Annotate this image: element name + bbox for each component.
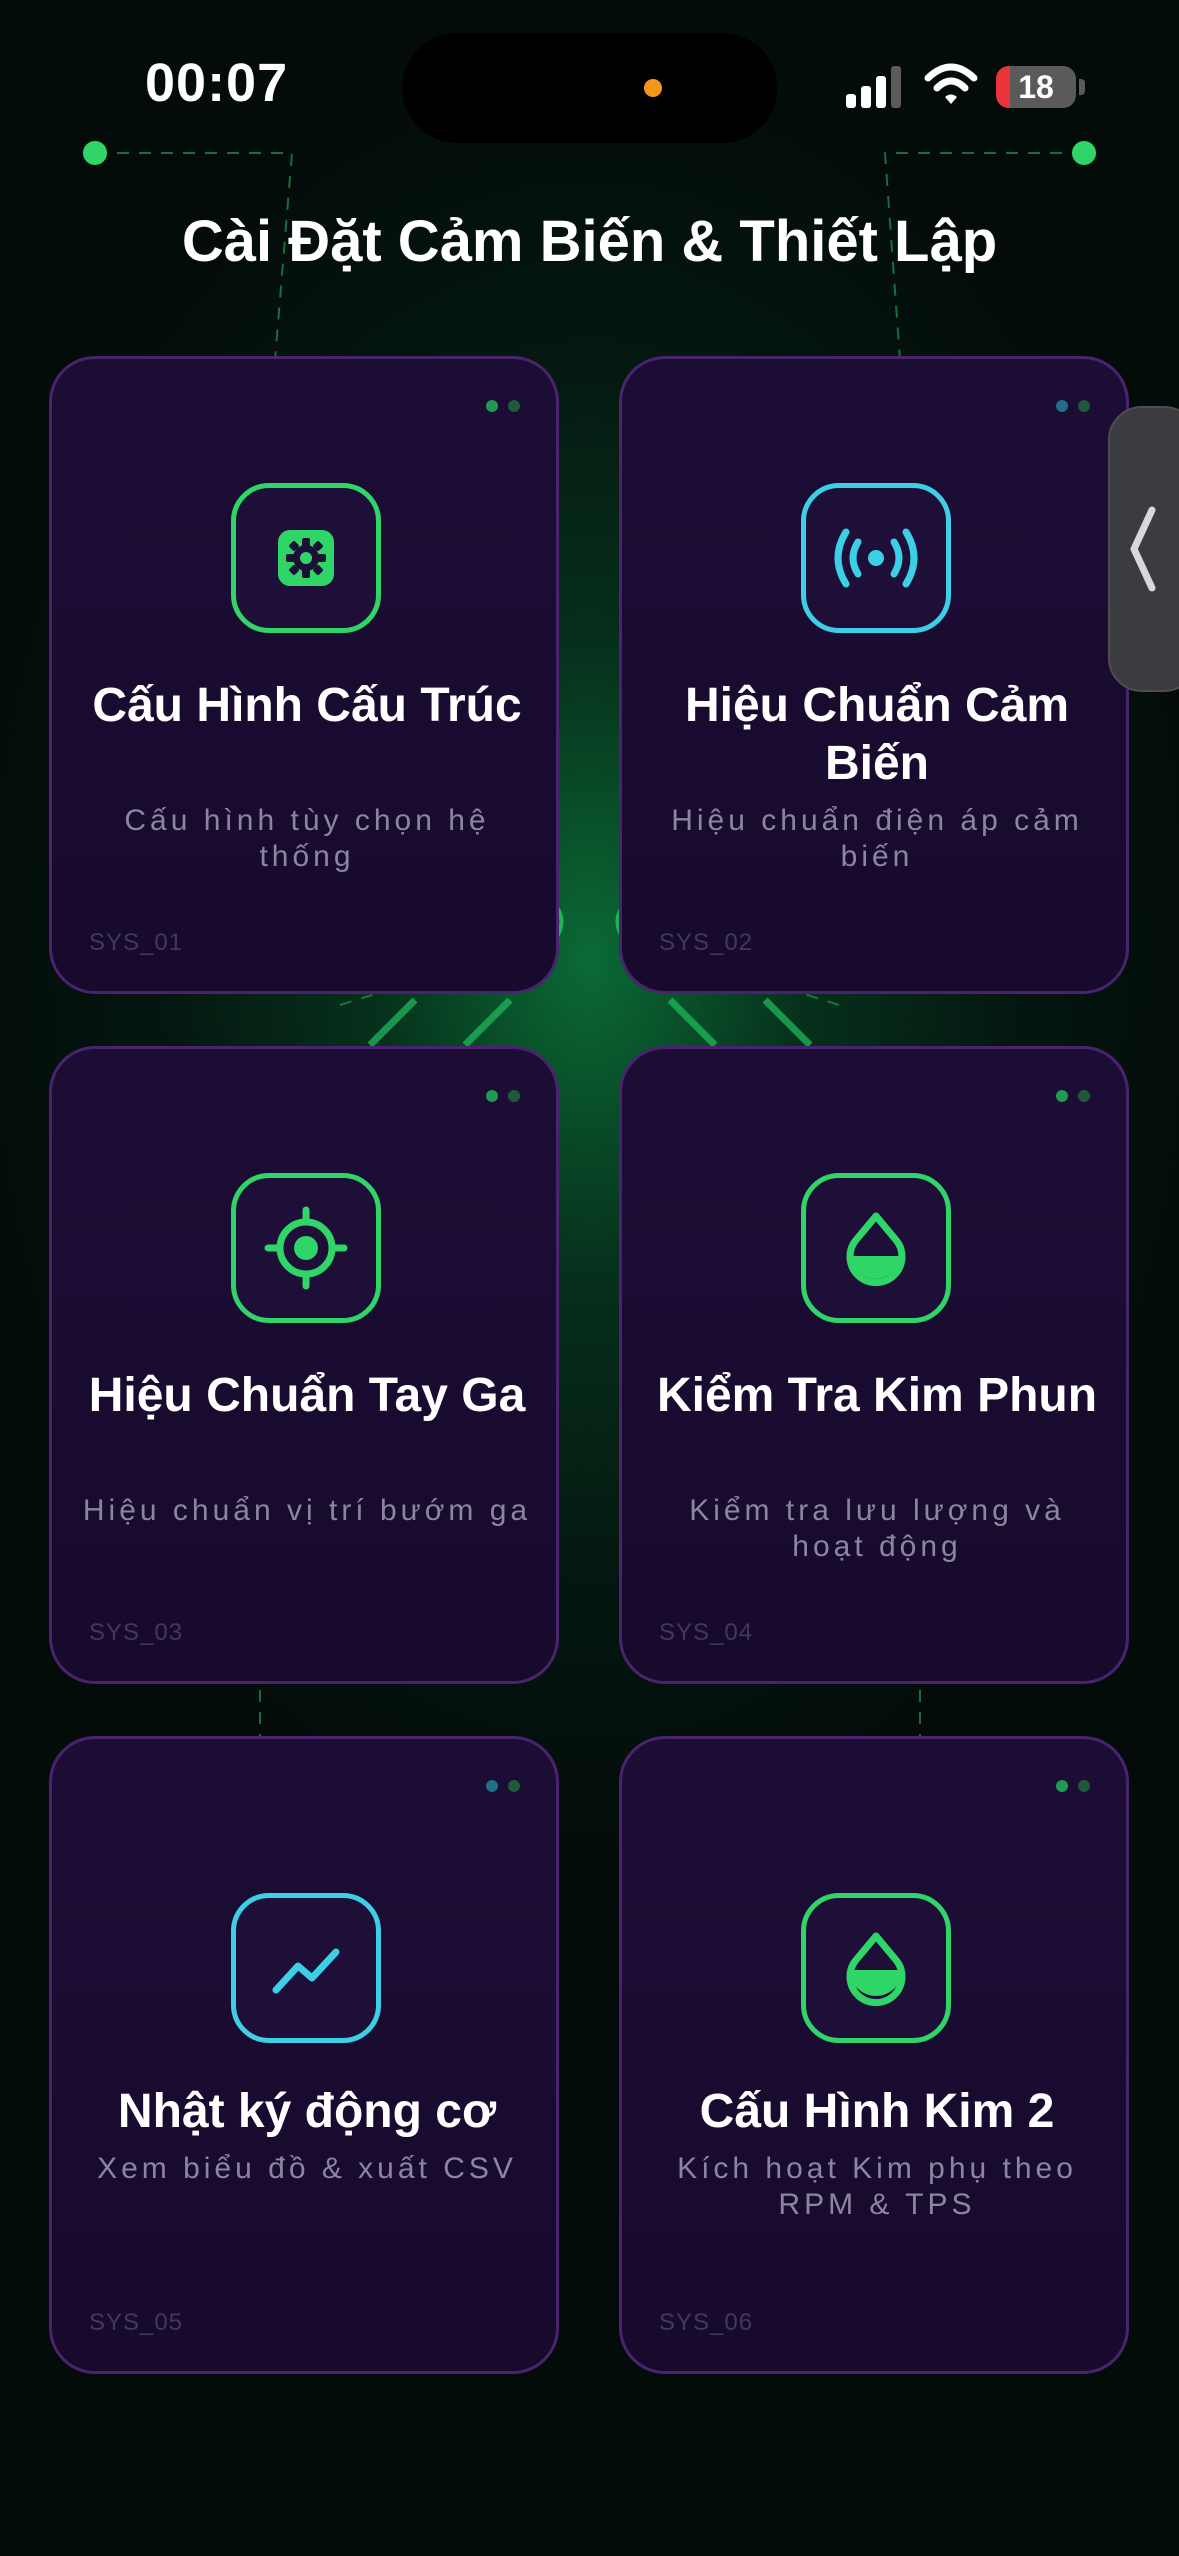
card-status-dots [1046,1779,1090,1797]
card-code: SYS_05 [89,2309,184,2336]
card-title: Hiệu Chuẩn Cảm Biến [684,679,1070,790]
droplet-icon [846,1212,906,1287]
page-title: Cài Đặt Cảm Biến & Thiết Lập [181,209,998,274]
card-status-dots [476,1089,520,1107]
card-subtitle: Cấu hình tùy chọn hệ thống [124,804,490,873]
card-status-dots [476,1779,520,1797]
card-title: Hiệu Chuẩn Tay Ga [88,1369,526,1422]
battery-nub [1079,79,1085,95]
card-icon-frame [801,1173,951,1323]
droplet-half-icon [846,1932,906,2007]
card-code: SYS_04 [659,1619,754,1646]
status-bar: 00:07 18 [0,0,1179,170]
card-code: SYS_02 [659,929,754,956]
card-title: Nhật ký động cơ [117,2085,497,2138]
battery-percentage: 18 [1018,69,1054,105]
side-drawer-handle[interactable] [1108,406,1179,692]
broadcast-icon [834,528,918,588]
card-status-dots [1046,399,1090,417]
wifi-icon [924,63,978,104]
card-icon-frame [801,483,951,633]
card-title: Kiểm Tra Kim Phun [656,1369,1098,1422]
crosshair-icon [264,1206,348,1290]
card-code: SYS_01 [89,929,184,956]
cellular-signal-icon [846,66,901,108]
card-throttle-calibration[interactable]: Hiệu Chuẩn Tay Ga Hiệu chuẩn vị trí bướm… [49,1046,559,1684]
card-injector-2-config[interactable]: Cấu Hình Kim 2 Kích hoạt Kim phụ theo RP… [619,1736,1129,2374]
card-title: Cấu Hình Cấu Trúc [92,679,522,732]
status-time: 00:07 [145,53,289,113]
dynamic-island [402,33,777,143]
card-status-dots [476,399,520,417]
card-icon-frame [231,483,381,633]
card-subtitle: Hiệu chuẩn điện áp cảm biến [671,804,1083,873]
card-status-dots [1046,1089,1090,1107]
privacy-indicator-dot [644,79,662,97]
trend-chart-icon [272,1948,340,1994]
card-sensor-calibration[interactable]: Hiệu Chuẩn Cảm Biến Hiệu chuẩn điện áp c… [619,356,1129,994]
card-subtitle: Kích hoạt Kim phụ theo RPM & TPS [677,2152,1077,2221]
card-icon-frame [801,1893,951,2043]
card-subtitle: Xem biểu đồ & xuất CSV [97,2152,517,2185]
card-icon-frame [231,1893,381,2043]
battery-icon: 18 [996,66,1076,108]
card-subtitle: Kiểm tra lưu lượng và hoạt động [689,1494,1065,1563]
card-title: Cấu Hình Kim 2 [699,2085,1055,2138]
card-subtitle: Hiệu chuẩn vị trí bướm ga [82,1494,532,1527]
card-code: SYS_03 [89,1619,184,1646]
card-icon-frame [231,1173,381,1323]
gear-icon [278,530,334,586]
card-code: SYS_06 [659,2309,754,2336]
card-injector-test[interactable]: Kiểm Tra Kim Phun Kiểm tra lưu lượng và … [619,1046,1129,1684]
card-structure-config[interactable]: Cấu Hình Cấu Trúc Cấu hình tùy chọn hệ t… [49,356,559,994]
card-engine-log[interactable]: Nhật ký động cơ Xem biểu đồ & xuất CSV S… [49,1736,559,2374]
chevron-left-icon [1130,506,1156,592]
